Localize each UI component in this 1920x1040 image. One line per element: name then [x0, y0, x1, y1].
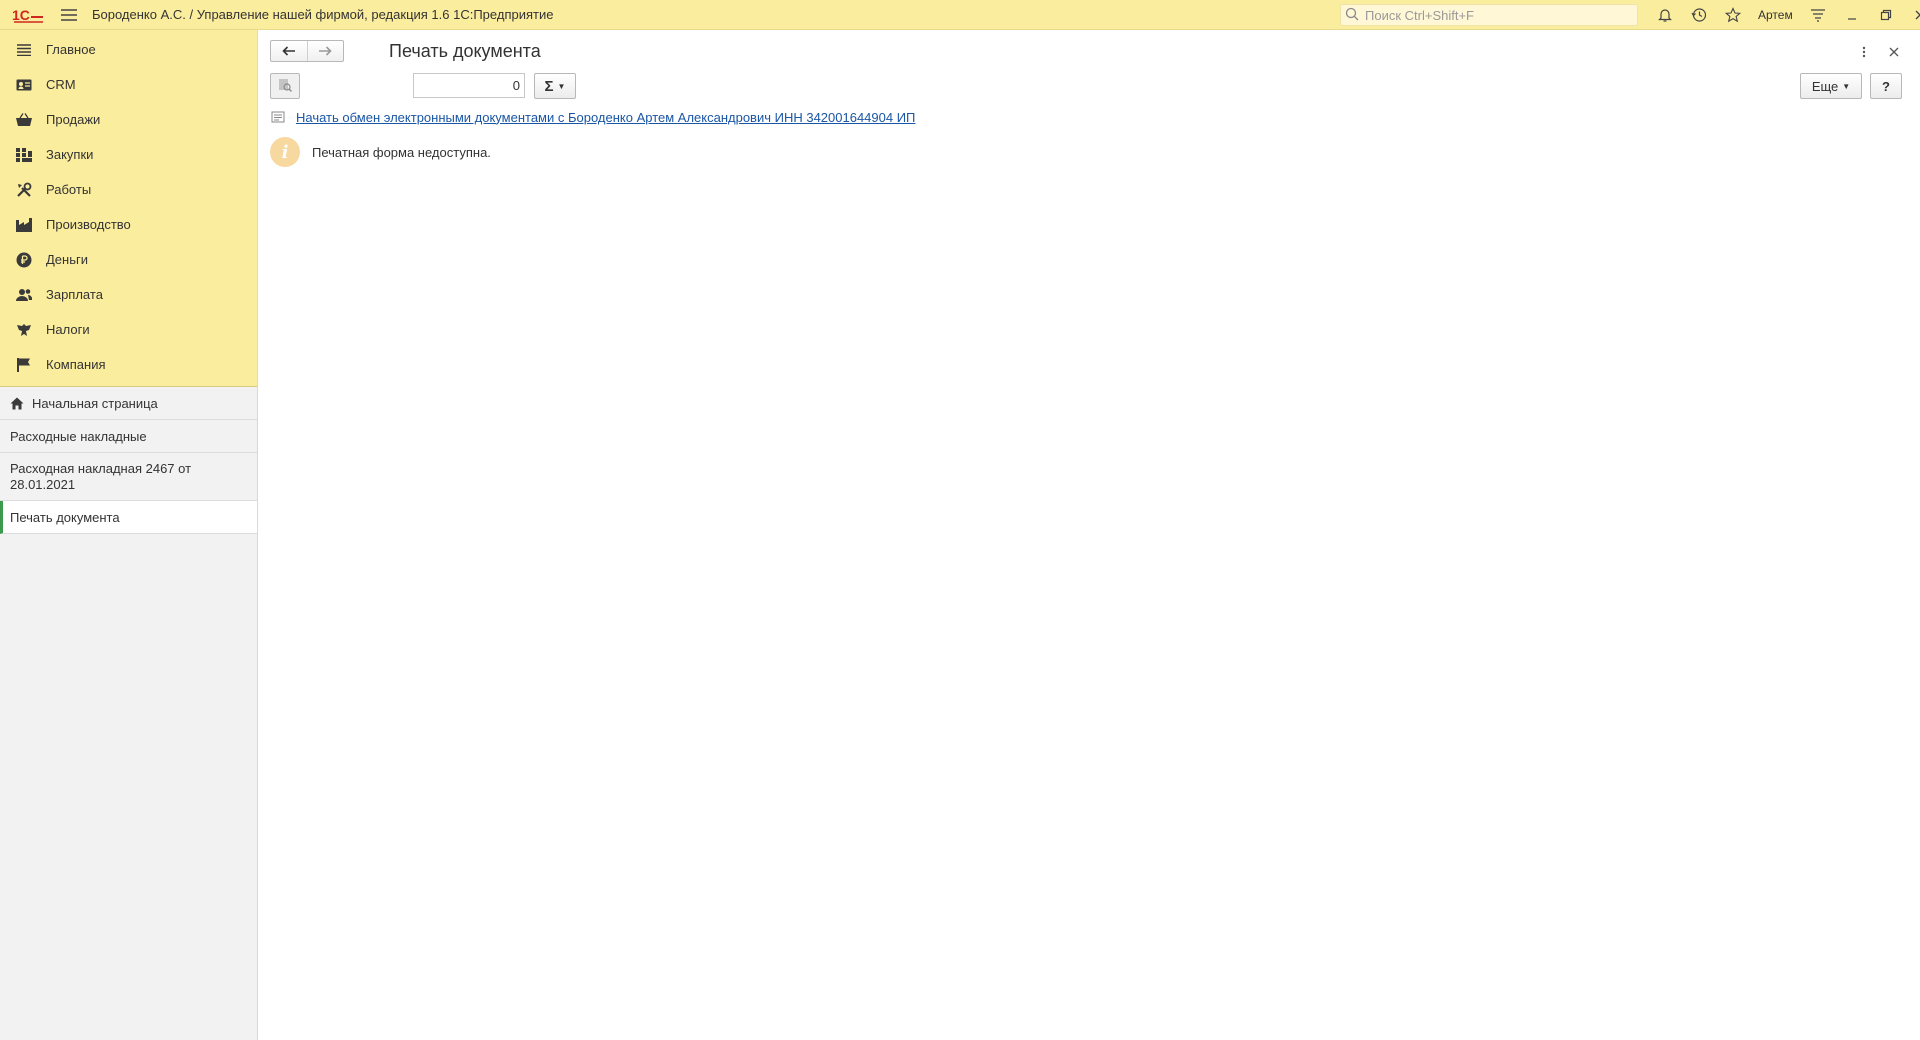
more-button[interactable]: Еще ▼ [1800, 73, 1862, 99]
section-money[interactable]: Деньги [0, 242, 257, 277]
settings-menu-icon[interactable] [1801, 0, 1835, 30]
more-label: Еще [1811, 78, 1839, 94]
history-icon[interactable] [1682, 0, 1716, 30]
1c-logo-icon[interactable]: 1С [8, 0, 48, 30]
section-purchases[interactable]: Закупки [0, 137, 257, 172]
sum-button[interactable]: Σ ▼ [534, 73, 576, 99]
navigation-buttons [270, 40, 344, 62]
restore-window-icon[interactable] [1869, 0, 1903, 30]
open-window-label: Расходная накладная 2467 от 28.01.2021 [10, 460, 192, 492]
crm-card-icon [16, 77, 32, 93]
section-company[interactable]: Компания [0, 347, 257, 382]
open-window-label: Начальная страница [32, 395, 158, 411]
app-title: Бороденко А.С. / Управление нашей фирмой… [92, 7, 554, 22]
factory-icon [16, 217, 32, 233]
sum-symbol: Σ [544, 77, 554, 95]
back-arrow-icon[interactable] [271, 41, 307, 61]
section-label: Закупки [46, 147, 94, 162]
section-label: Зарплата [46, 287, 103, 302]
home-icon [10, 397, 24, 410]
section-label: Главное [46, 42, 96, 57]
section-label: Продажи [46, 112, 101, 127]
close-window-icon[interactable] [1903, 0, 1920, 30]
section-sales[interactable]: Продажи [0, 102, 257, 137]
open-window-sales-invoices[interactable]: Расходные накладные [0, 420, 257, 453]
info-icon: i [270, 137, 300, 167]
copies-count-field[interactable] [413, 73, 525, 98]
form-area: Печать документа Σ ▼ Еще ▼ ? Начать обме… [258, 30, 1920, 1040]
title-bar: 1С Бороденко А.С. / Управление нашей фир… [0, 0, 1920, 30]
section-label: CRM [46, 77, 76, 92]
section-production[interactable]: Производство [0, 207, 257, 242]
favorites-star-icon[interactable] [1716, 0, 1750, 30]
ruble-coin-icon [16, 252, 32, 268]
print-preview-button[interactable] [270, 73, 300, 99]
open-window-label: Печать документа [10, 509, 120, 525]
help-button[interactable]: ? [1870, 73, 1902, 99]
section-label: Компания [46, 357, 106, 372]
edo-exchange-link[interactable]: Начать обмен электронными документами с … [296, 110, 915, 125]
purchases-grid-icon [16, 147, 32, 163]
section-label: Деньги [46, 252, 88, 267]
section-label: Налоги [46, 322, 90, 337]
global-search[interactable] [1340, 4, 1638, 26]
forward-arrow-icon[interactable] [306, 41, 344, 61]
info-message: Печатная форма недоступна. [312, 144, 491, 160]
sections-panel: Главное CRM Продажи Закупки Работы Произ… [0, 30, 257, 387]
section-label: Работы [46, 182, 92, 197]
section-salary[interactable]: Зарплата [0, 277, 257, 312]
open-window-sales-invoice[interactable]: Расходная накладная 2467 от 28.01.2021 [0, 453, 257, 501]
search-icon [1345, 7, 1359, 24]
search-input[interactable] [1363, 6, 1637, 24]
edo-document-icon [270, 109, 286, 125]
minimize-icon[interactable] [1835, 0, 1869, 30]
preview-document-icon [278, 78, 292, 95]
main-menu-icon[interactable] [54, 0, 84, 30]
chevron-down-icon: ▼ [557, 81, 566, 91]
shopping-basket-icon [16, 112, 32, 128]
people-icon [16, 287, 32, 303]
menu-lines-icon [16, 42, 32, 58]
section-taxes[interactable]: Налоги [0, 312, 257, 347]
chevron-down-icon: ▼ [1842, 81, 1851, 91]
open-window-home[interactable]: Начальная страница [0, 387, 257, 420]
section-main[interactable]: Главное [0, 32, 257, 67]
section-works[interactable]: Работы [0, 172, 257, 207]
info-message-row: i Печатная форма недоступна. [270, 137, 491, 167]
more-vertical-icon[interactable] [1854, 42, 1874, 62]
notifications-bell-icon[interactable] [1648, 0, 1682, 30]
page-title: Печать документа [389, 41, 541, 61]
tools-icon [16, 182, 32, 198]
close-icon[interactable] [1884, 42, 1904, 62]
section-crm[interactable]: CRM [0, 67, 257, 102]
section-label: Производство [46, 217, 131, 232]
open-window-label: Расходные накладные [10, 428, 147, 444]
edo-row: Начать обмен электронными документами с … [270, 109, 915, 125]
eagle-emblem-icon [16, 322, 32, 338]
sidebar: Главное CRM Продажи Закупки Работы Произ… [0, 30, 258, 1040]
flag-icon [16, 357, 32, 373]
open-window-print-document[interactable]: Печать документа [0, 501, 257, 534]
svg-text:1С: 1С [12, 7, 30, 23]
user-name[interactable]: Артем [1750, 8, 1801, 22]
